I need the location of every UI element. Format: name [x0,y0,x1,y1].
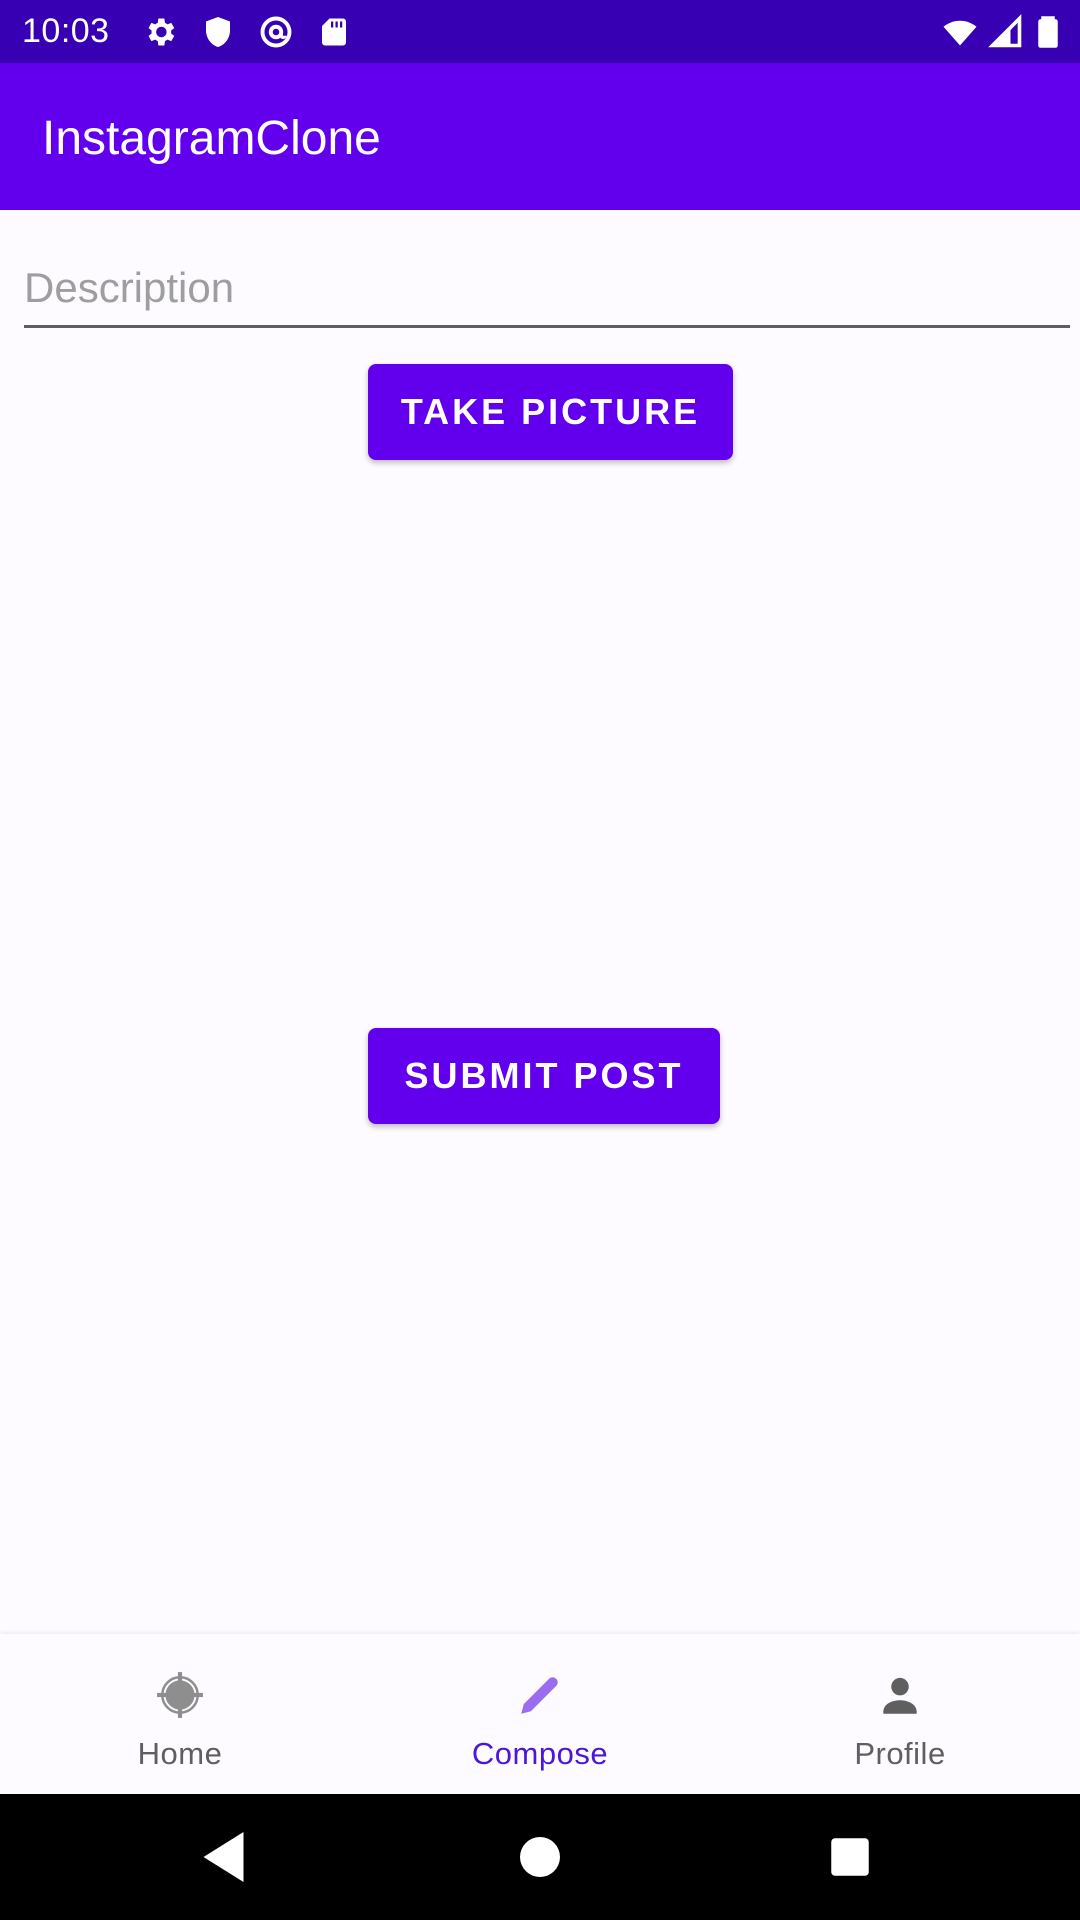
cellular-signal-icon [988,14,1024,50]
shield-icon [200,14,236,50]
app-title: InstagramClone [42,112,381,165]
description-input[interactable] [24,250,1070,328]
at-sign-icon [258,14,294,50]
home-target-icon [155,1670,205,1720]
recents-square-icon[interactable] [820,1827,880,1887]
back-triangle-icon[interactable] [196,1827,256,1887]
nav-label-profile: Profile [854,1736,946,1771]
bottom-navigation: Home Compose Profile [0,1634,1080,1794]
sd-card-icon [316,14,352,50]
app-bar: InstagramClone [0,63,1080,210]
pencil-icon [515,1670,565,1720]
status-time: 10:03 [22,12,110,50]
home-circle-icon[interactable] [510,1827,570,1887]
wifi-icon [942,14,978,50]
take-picture-button[interactable]: Take Picture [368,364,733,460]
person-icon [875,1670,925,1720]
submit-post-button[interactable]: Submit Post [368,1028,720,1124]
nav-item-home[interactable]: Home [0,1634,360,1794]
status-bar: 10:03 [0,0,1080,63]
battery-icon [1030,14,1066,50]
nav-label-home: Home [137,1736,223,1771]
nav-item-profile[interactable]: Profile [720,1634,1080,1794]
gear-icon [142,14,178,50]
nav-item-compose[interactable]: Compose [360,1634,720,1794]
nav-label-compose: Compose [471,1736,609,1771]
system-navigation-bar [0,1794,1080,1920]
